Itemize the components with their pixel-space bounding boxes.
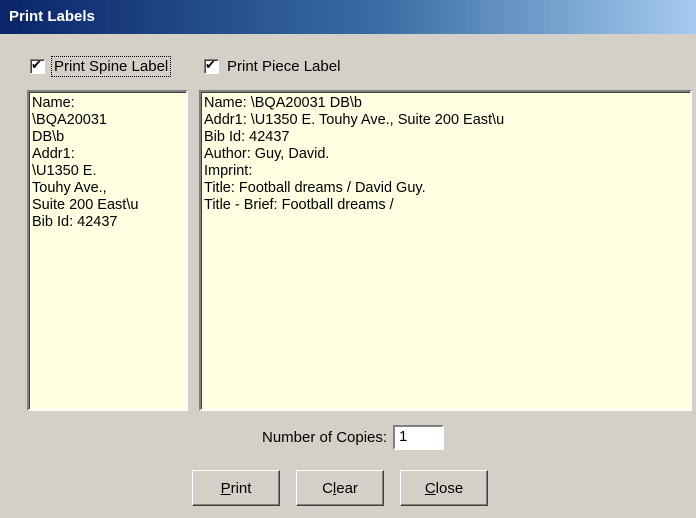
- checkmark-icon: ✔: [205, 57, 216, 73]
- print-button-label: rint: [230, 479, 252, 497]
- clear-button-label-start: C: [322, 479, 333, 497]
- print-piece-label-checkbox[interactable]: ✔ Print Piece Label: [204, 55, 340, 77]
- spine-checkbox-label: Print Spine Label: [50, 55, 172, 77]
- spine-checkbox-box[interactable]: ✔: [30, 57, 45, 74]
- close-button[interactable]: Close: [400, 470, 488, 506]
- checkmark-icon: ✔: [31, 57, 42, 73]
- spine-label-textbox[interactable]: Name: \BQA20031 DB\b Addr1: \U1350 E. To…: [27, 90, 188, 411]
- close-button-label: lose: [435, 479, 464, 497]
- window-title: Print Labels: [9, 8, 95, 25]
- number-of-copies-input[interactable]: 1: [393, 425, 444, 450]
- print-button-mnemonic: P: [220, 479, 231, 497]
- number-of-copies-label: Number of Copies:: [262, 429, 388, 446]
- clear-button[interactable]: Cl ear: [296, 470, 384, 506]
- piece-checkbox-label: Print Piece Label: [227, 57, 341, 75]
- print-spine-label-checkbox[interactable]: ✔ Print Spine Label: [30, 55, 172, 77]
- clear-button-label: ear: [336, 479, 358, 497]
- close-button-mnemonic: C: [424, 479, 436, 497]
- title-bar[interactable]: Print Labels: [0, 0, 696, 34]
- print-button[interactable]: Print: [192, 470, 280, 506]
- piece-checkbox-box[interactable]: ✔: [204, 57, 219, 74]
- piece-label-textbox[interactable]: Name: \BQA20031 DB\b Addr1: \U1350 E. To…: [199, 90, 692, 411]
